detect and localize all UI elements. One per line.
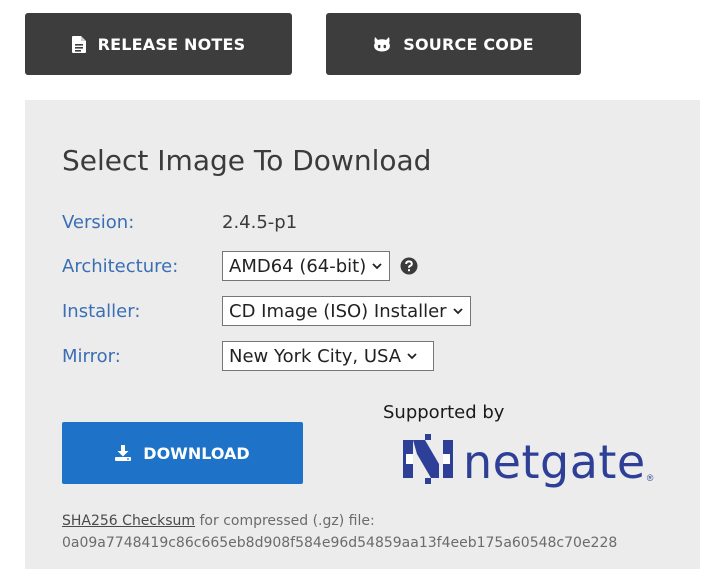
installer-row: Installer: CD Image (ISO) Installer: [62, 295, 471, 327]
installer-select[interactable]: CD Image (ISO) Installer: [222, 296, 471, 326]
source-code-label: SOURCE CODE: [403, 34, 534, 54]
download-label: DOWNLOAD: [143, 443, 250, 463]
github-octocat-icon: [373, 36, 391, 52]
netgate-wordmark: netgate: [463, 434, 646, 489]
source-code-button[interactable]: SOURCE CODE: [326, 13, 581, 75]
checksum-hash: 0a09a7748419c86c665eb8d908f584e96d54859a…: [62, 535, 618, 551]
registered-mark: ®: [646, 473, 654, 483]
architecture-select[interactable]: AMD64 (64-bit): [222, 251, 390, 281]
mirror-label: Mirror:: [62, 345, 121, 367]
version-label: Version:: [62, 211, 135, 233]
mirror-select[interactable]: New York City, USA: [222, 341, 434, 371]
architecture-label: Architecture:: [62, 255, 179, 277]
supported-by-text: Supported by: [383, 402, 505, 423]
chevron-down-icon: [452, 307, 463, 315]
top-button-bar: RELEASE NOTES SOURCE CODE: [25, 13, 685, 75]
mirror-selected-value: New York City, USA: [229, 345, 402, 367]
question-circle-icon[interactable]: [400, 257, 418, 275]
sha256-checksum-link[interactable]: SHA256 Checksum: [62, 513, 195, 529]
release-notes-button[interactable]: RELEASE NOTES: [25, 13, 292, 75]
architecture-selected-value: AMD64 (64-bit): [229, 255, 367, 277]
download-panel: Select Image To Download Version: 2.4.5-…: [25, 100, 700, 569]
version-value: 2.4.5-p1: [222, 211, 298, 233]
architecture-row: Architecture: AMD64 (64-bit): [62, 250, 418, 282]
release-notes-label: RELEASE NOTES: [97, 34, 246, 54]
document-icon: [71, 35, 86, 53]
version-row: Version: 2.4.5-p1: [62, 206, 297, 238]
download-button[interactable]: DOWNLOAD: [62, 422, 303, 484]
mirror-row: Mirror: New York City, USA: [62, 340, 434, 372]
checksum-line: SHA256 Checksum for compressed (.gz) fil…: [62, 513, 375, 529]
installer-label: Installer:: [62, 300, 141, 322]
download-icon: [115, 445, 132, 461]
page-title: Select Image To Download: [62, 144, 432, 177]
netgate-logo[interactable]: netgate ®: [403, 434, 653, 489]
netgate-mark-icon: [403, 434, 453, 489]
checksum-suffix: for compressed (.gz) file:: [195, 513, 375, 529]
installer-selected-value: CD Image (ISO) Installer: [229, 300, 447, 322]
chevron-down-icon: [372, 262, 382, 270]
chevron-down-icon: [407, 352, 417, 360]
